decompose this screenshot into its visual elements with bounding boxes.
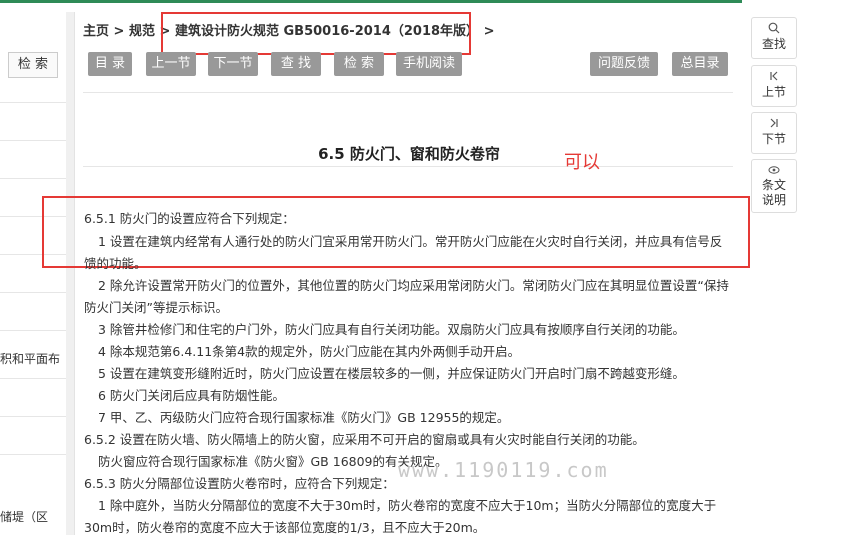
section-title: 6.5 防火门、窗和防火卷帘 — [318, 145, 500, 163]
watermark: www.1190119.com — [398, 458, 609, 482]
left-nav-item-label[interactable]: 积和平面布 — [0, 350, 60, 367]
toc-button[interactable]: 总目录 — [672, 52, 728, 76]
left-divider — [0, 454, 66, 455]
clause-line: 2 除允许设置常开防火门的位置外，其他位置的防火门均应采用常闭防火门。常闭防火门… — [98, 278, 729, 293]
clause-line: 6.5.2 设置在防火墙、防火隔墙上的防火窗，应采用不可开启的窗扇或具有火灾时能… — [84, 432, 645, 447]
clause-line: 6 防火门关闭后应具有防烟性能。 — [98, 388, 285, 403]
breadcrumb-category-link[interactable]: 规范 — [129, 20, 155, 39]
clause-line: 6.5.1 防火门的设置应符合下列规定： — [84, 211, 295, 226]
find-tool-label: 查找 — [761, 37, 786, 51]
left-divider — [0, 330, 66, 331]
annotation-highlight-box — [161, 12, 471, 55]
clause-line: 30m时，防火卷帘的宽度不应大于该部位宽度的1/3，且不应大于20m。 — [84, 520, 486, 535]
left-search-button[interactable]: 检 索 — [8, 52, 58, 78]
skip-forward-icon — [752, 117, 796, 132]
next-tool-label: 下节 — [761, 132, 786, 146]
next-section-button[interactable]: 下一节 — [208, 52, 258, 76]
explain-tool-button[interactable]: 条文 说明 — [751, 159, 797, 213]
left-divider — [0, 292, 66, 293]
clause-line: 防火窗应符合现行国家标准《防火窗》GB 16809的有关规定。 — [98, 454, 448, 469]
clause-line: 4 除本规范第6.4.11条第4款的规定外，防火门应能在其内外两侧手动开启。 — [98, 344, 521, 359]
left-divider — [0, 178, 66, 179]
left-nav-item-label[interactable]: 储堤（区 — [0, 508, 48, 525]
clause-line: 防火门关闭”等提示标识。 — [84, 300, 228, 315]
left-divider — [0, 140, 66, 141]
eye-icon — [752, 164, 796, 178]
feedback-button[interactable]: 问题反馈 — [590, 52, 658, 76]
breadcrumb-separator: > — [483, 24, 495, 39]
prev-tool-label: 上节 — [761, 85, 786, 99]
clause-line: 5 设置在建筑变形缝附近时，防火门应设置在楼层较多的一侧，并应保证防火门开启时门… — [98, 366, 685, 381]
clause-line: 6.5.3 防火分隔部位设置防火卷帘时，应符合下列规定： — [84, 476, 395, 491]
left-nav-panel: 检 索 积和平面布 储堤（区 — [0, 40, 66, 535]
breadcrumb-home-link[interactable]: 主页 — [83, 20, 109, 39]
clause-line: 3 除管井检修门和住宅的户门外，防火门应具有自行关闭功能。双扇防火门应具有按顺序… — [98, 322, 685, 337]
divider — [83, 92, 733, 93]
clause-line: 1 除中庭外，当防火分隔部位的宽度不大于30m时，防火卷帘的宽度不应大于10m；… — [98, 498, 717, 513]
prev-section-button[interactable]: 上一节 — [146, 52, 196, 76]
clause-line: 7 甲、乙、丙级防火门应符合现行国家标准《防火门》GB 12955的规定。 — [98, 410, 510, 425]
explain-tool-label: 条文 — [761, 178, 786, 192]
prev-tool-button[interactable]: 上节 — [751, 65, 797, 107]
divider — [83, 166, 733, 167]
left-divider — [0, 102, 66, 103]
left-divider — [0, 378, 66, 379]
breadcrumb-separator: > — [113, 24, 125, 39]
next-tool-button[interactable]: 下节 — [751, 112, 797, 154]
find-button[interactable]: 查 找 — [271, 52, 321, 76]
clause-line: 1 设置在建筑内经常有人通行处的防火门宜采用常开防火门。常开防火门应能在火灾时自… — [98, 234, 723, 249]
search-icon — [752, 22, 796, 37]
clause-line: 馈的功能。 — [84, 256, 147, 271]
search-button[interactable]: 检 索 — [334, 52, 384, 76]
mobile-read-button[interactable]: 手机阅读 — [396, 52, 462, 76]
left-divider — [0, 416, 66, 417]
explain-tool-label: 说明 — [761, 193, 786, 207]
top-accent-bar — [0, 0, 742, 3]
catalog-button[interactable]: 目 录 — [88, 52, 132, 76]
annotation-text: 可以 — [564, 152, 600, 173]
left-scrollbar[interactable] — [66, 12, 74, 535]
find-tool-button[interactable]: 查找 — [751, 17, 797, 59]
skip-back-icon — [752, 70, 796, 85]
